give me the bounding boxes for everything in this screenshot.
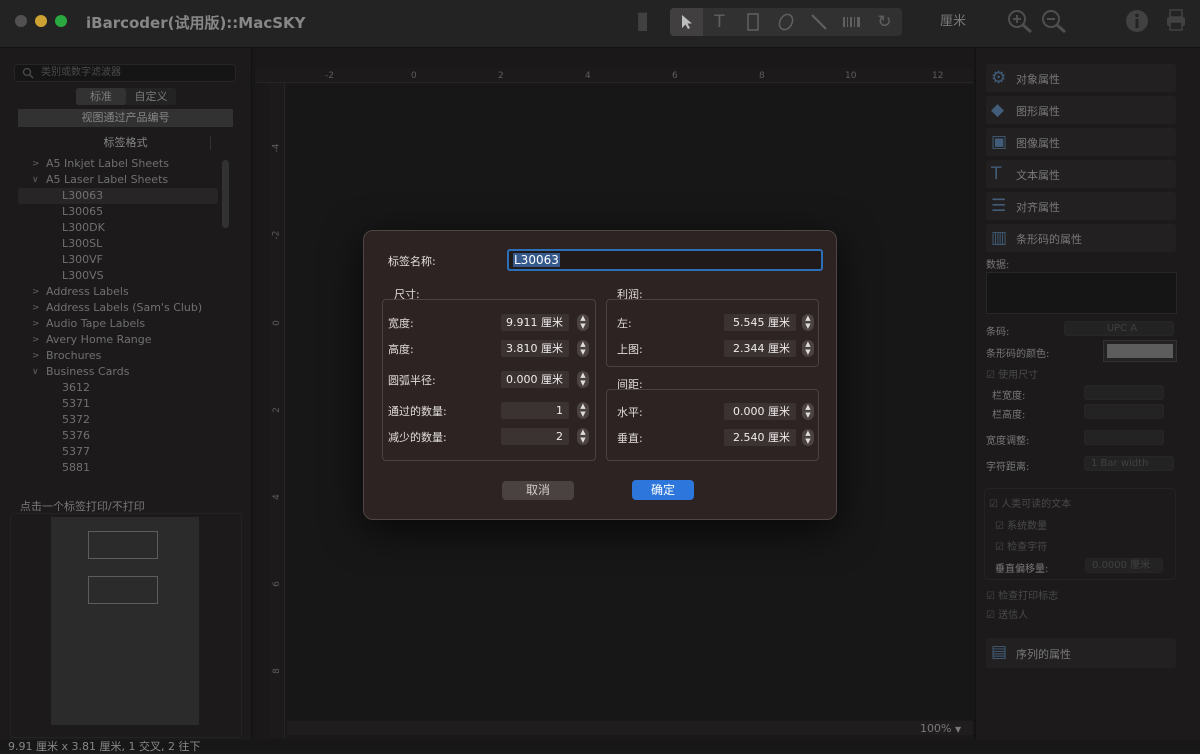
down-count-label: 减少的数量:	[388, 431, 447, 444]
down-count-stepper[interactable]: ▲ ▼	[577, 428, 589, 445]
height-stepper[interactable]: ▲ ▼	[577, 340, 589, 357]
across-count-label: 通过的数量:	[388, 405, 447, 418]
vertical-spacing-field[interactable]: 2.540 厘米	[724, 429, 796, 446]
label-name-input[interactable]: L30063	[507, 249, 823, 271]
horizontal-spacing-stepper[interactable]: ▲ ▼	[802, 403, 814, 420]
left-margin-label: 左:	[617, 317, 632, 330]
cancel-button[interactable]: 取消	[502, 481, 574, 500]
size-group: 宽度: 9.911 厘米 ▲ ▼ 高度: 3.810 厘米 ▲ ▼ 圆弧半径: 0.…	[382, 299, 596, 461]
horizontal-spacing-label: 水平:	[617, 406, 643, 419]
corner-radius-label: 圆弧半径:	[388, 374, 436, 387]
across-count-field[interactable]: 1	[501, 402, 569, 419]
label-name-value: L30063	[513, 253, 560, 267]
vertical-spacing-stepper[interactable]: ▲ ▼	[802, 429, 814, 446]
width-field[interactable]: 9.911 厘米	[501, 314, 569, 331]
ok-button[interactable]: 确定	[632, 480, 694, 500]
margin-group: 左: 5.545 厘米 ▲ ▼ 上图: 2.344 厘米 ▲ ▼	[606, 299, 819, 367]
left-margin-field[interactable]: 5.545 厘米	[724, 314, 796, 331]
label-name-label: 标签名称:	[388, 255, 436, 268]
top-margin-stepper[interactable]: ▲ ▼	[802, 340, 814, 357]
corner-radius-field[interactable]: 0.000 厘米	[501, 371, 569, 388]
horizontal-spacing-field[interactable]: 0.000 厘米	[724, 403, 796, 420]
width-stepper[interactable]: ▲ ▼	[577, 314, 589, 331]
vertical-spacing-label: 垂直:	[617, 432, 643, 445]
height-field[interactable]: 3.810 厘米	[501, 340, 569, 357]
corner-radius-stepper[interactable]: ▲ ▼	[577, 371, 589, 388]
across-count-stepper[interactable]: ▲ ▼	[577, 402, 589, 419]
top-margin-field[interactable]: 2.344 厘米	[724, 340, 796, 357]
label-settings-dialog: 标签名称: L30063 尺寸: 宽度: 9.911 厘米 ▲ ▼ 高度: 3.8…	[363, 230, 837, 520]
left-margin-stepper[interactable]: ▲ ▼	[802, 314, 814, 331]
height-label: 高度:	[388, 343, 414, 356]
top-margin-label: 上图:	[617, 343, 643, 356]
down-count-field[interactable]: 2	[501, 428, 569, 445]
spacing-group: 水平: 0.000 厘米 ▲ ▼ 垂直: 2.540 厘米 ▲ ▼	[606, 389, 819, 461]
width-label: 宽度:	[388, 317, 414, 330]
